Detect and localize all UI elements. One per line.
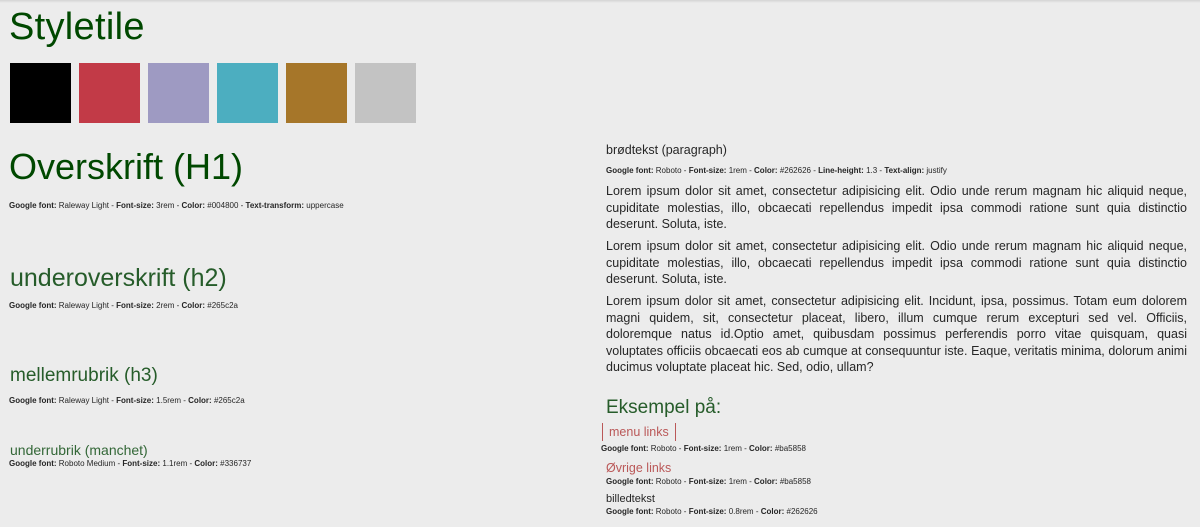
spec-label: Font-size:: [116, 396, 154, 405]
spec-label: Google font:: [601, 444, 649, 453]
spec-value: Raleway Light: [56, 201, 110, 210]
color-swatch: [148, 63, 209, 123]
spec-value: #ba5858: [772, 444, 806, 453]
menu-link[interactable]: menu links: [602, 423, 676, 441]
color-swatch: [355, 63, 416, 123]
spec-label: Google font:: [9, 201, 57, 210]
other-link[interactable]: Øvrige links: [606, 461, 671, 475]
paragraph-text: Lorem ipsum dolor sit amet, consectetur …: [606, 239, 1187, 286]
spec-value: Raleway Light: [56, 396, 110, 405]
spec-value: #ba5858: [777, 477, 811, 486]
h2-spec: Google font: Raleway Light - Font-size: …: [9, 301, 238, 310]
spec-label: Line-height:: [818, 166, 864, 175]
spec-value: Roboto: [653, 507, 682, 516]
spec-value: 1.3: [863, 166, 878, 175]
spec-value: 0.8rem: [726, 507, 754, 516]
spec-value: Roboto: [653, 166, 682, 175]
spec-label: Text-align:: [884, 166, 925, 175]
paragraph-spec: Google font: Roboto - Font-size: 1rem - …: [606, 166, 947, 175]
manchet-spec: Google font: Roboto Medium - Font-size: …: [9, 459, 252, 468]
spec-label: Font-size:: [683, 444, 722, 453]
h3-sample: mellemrubrik (h3): [10, 365, 158, 386]
spec-value: 1.1rem: [160, 459, 188, 468]
spec-label: Font-size:: [688, 507, 727, 516]
spec-label: Color:: [754, 166, 778, 175]
example-heading: Eksempel på:: [606, 397, 722, 418]
spec-value: Roboto: [653, 477, 682, 486]
paragraph-text: Lorem ipsum dolor sit amet, consectetur …: [606, 184, 1187, 231]
spec-value: #265c2a: [205, 301, 238, 310]
color-swatch: [286, 63, 347, 123]
spec-label: Font-size:: [688, 166, 727, 175]
spec-label: Google font:: [606, 477, 654, 486]
spec-label: Color:: [188, 396, 212, 405]
spec-label: Color:: [181, 301, 206, 310]
spec-value: Roboto Medium: [56, 459, 116, 468]
color-swatches: [10, 63, 416, 123]
spec-label: Font-size:: [122, 459, 161, 468]
other-link-spec: Google font: Roboto - Font-size: 1rem - …: [606, 477, 811, 486]
spec-value: 1.5rem: [153, 396, 182, 405]
spec-label: Google font:: [9, 459, 57, 468]
spec-value: #262626: [784, 507, 818, 516]
color-swatch: [79, 63, 140, 123]
spec-label: Google font:: [606, 507, 654, 516]
manchet-sample: underrubrik (manchet): [10, 442, 148, 458]
paragraph-text: Lorem ipsum dolor sit amet, consectetur …: [606, 294, 1187, 374]
spec-value: 1rem: [726, 477, 747, 486]
h3-spec: Google font: Raleway Light - Font-size: …: [9, 396, 245, 405]
spec-value: justify: [924, 166, 947, 175]
spec-label: Color:: [754, 477, 778, 486]
spec-value: 2rem: [153, 301, 175, 310]
spec-label: Google font:: [9, 301, 57, 310]
spec-value: uppercase: [304, 201, 344, 210]
h2-sample: underoverskrift (h2): [10, 264, 227, 292]
spec-value: 3rem: [153, 201, 175, 210]
spec-value: #262626: [777, 166, 811, 175]
h1-spec: Google font: Raleway Light - Font-size: …: [9, 201, 344, 210]
spec-value: Roboto: [648, 444, 677, 453]
spec-label: Color:: [760, 507, 785, 516]
spec-value: Raleway Light: [56, 301, 110, 310]
caption-spec: Google font: Roboto - Font-size: 0.8rem …: [606, 507, 818, 516]
spec-label: Font-size:: [116, 301, 154, 310]
spec-value: #265c2a: [211, 396, 245, 405]
color-swatch: [217, 63, 278, 123]
spec-label: Color:: [749, 444, 773, 453]
spec-label: Font-size:: [116, 201, 154, 210]
h1-sample: Overskrift (H1): [9, 146, 243, 187]
spec-label: Google font:: [606, 166, 654, 175]
spec-label: Color:: [181, 201, 206, 210]
spec-value: 1rem: [721, 444, 742, 453]
spec-label: Text-transform:: [245, 201, 305, 210]
spec-label: Color:: [194, 459, 218, 468]
spec-value: #336737: [217, 459, 252, 468]
spec-value: 1rem: [726, 166, 747, 175]
color-swatch: [10, 63, 71, 123]
spec-value: #004800: [205, 201, 239, 210]
caption-sample: billedtekst: [606, 493, 655, 505]
paragraph-heading: brødtekst (paragraph): [606, 143, 727, 157]
top-shadow: [0, 0, 1200, 3]
spec-label: Font-size:: [688, 477, 727, 486]
menu-link-spec: Google font: Roboto - Font-size: 1rem - …: [601, 444, 806, 453]
page-title: Styletile: [9, 6, 145, 48]
spec-label: Google font:: [9, 396, 57, 405]
